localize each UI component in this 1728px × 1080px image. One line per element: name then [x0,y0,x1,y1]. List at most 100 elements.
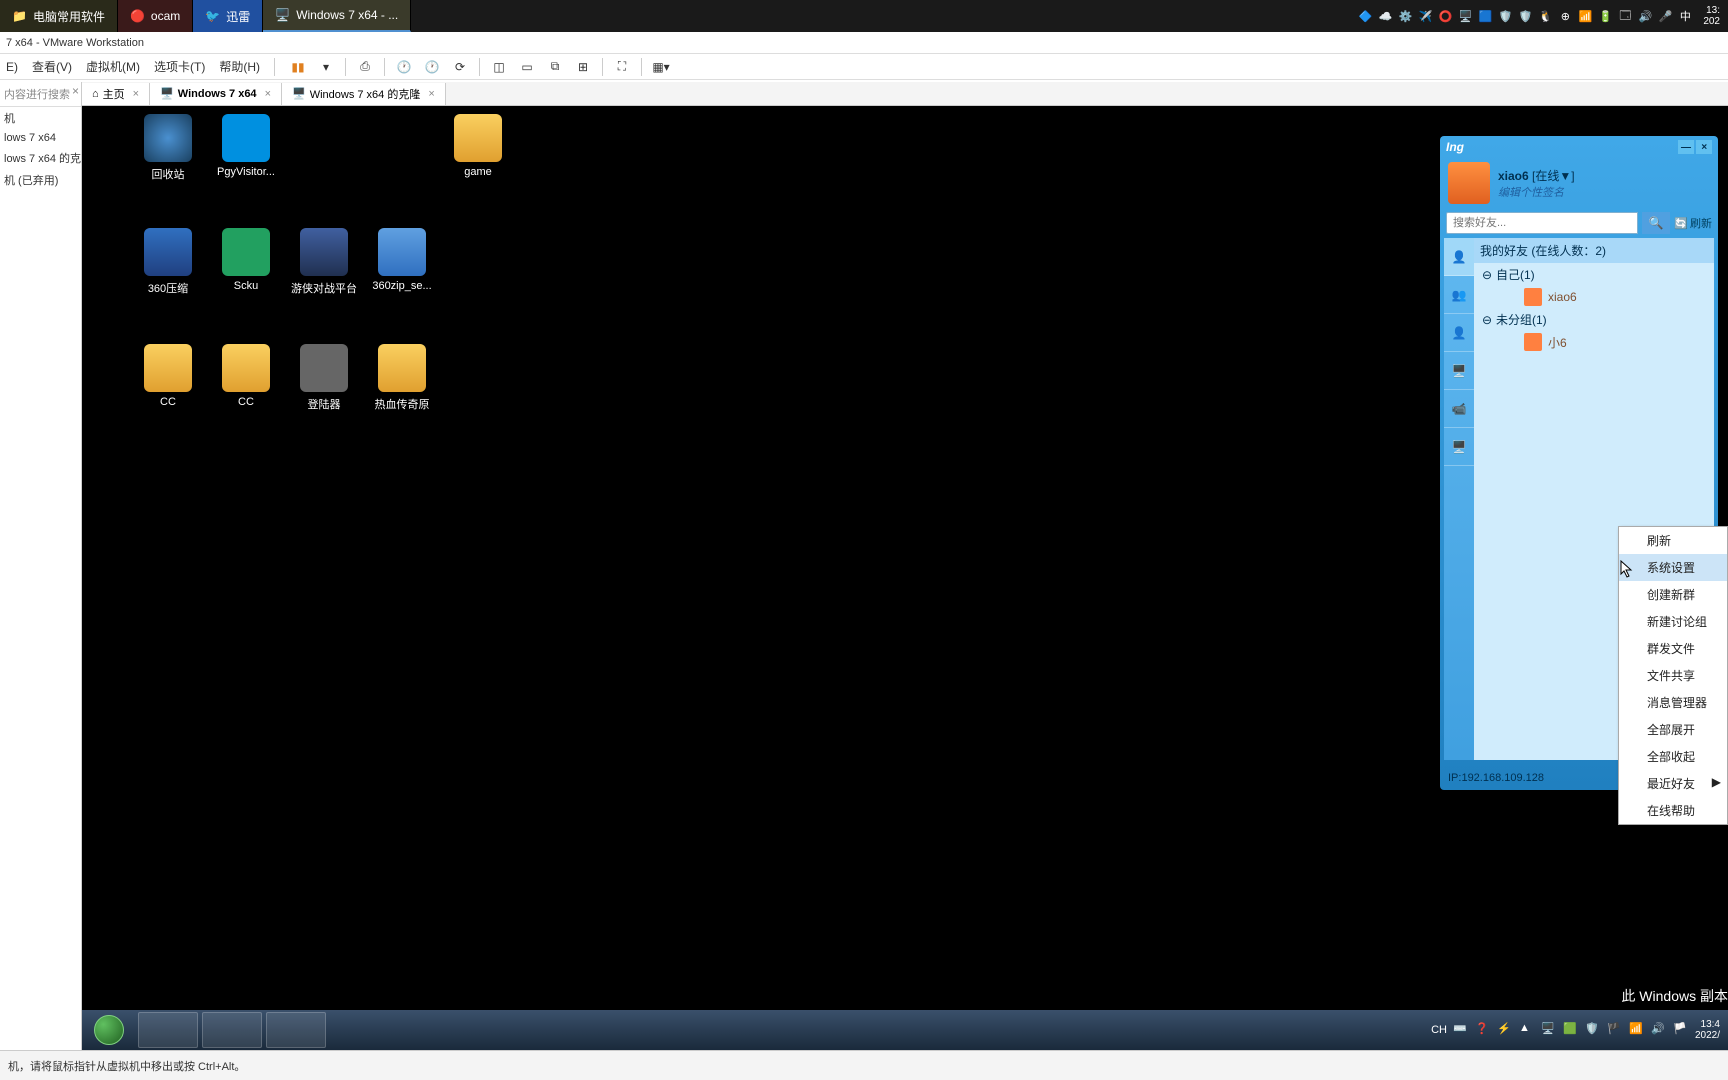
sidebar-item[interactable]: 机 (已弃用) [0,169,81,191]
layout-button[interactable]: ⧉ [546,58,564,76]
ime-indicator[interactable]: CH [1431,1024,1447,1036]
taskbar-item[interactable] [138,1012,198,1048]
context-menu-item[interactable]: 刷新 [1619,527,1727,554]
tray-icon[interactable]: 🖥️ [1457,8,1473,24]
tray-icon[interactable]: 🐧 [1537,8,1553,24]
desktop-icon[interactable]: CC [208,344,284,408]
sidebar-item[interactable]: lows 7 x64 的克隆 [0,147,81,169]
sidebar-item[interactable]: 机 [0,107,81,129]
tray-icon[interactable]: 🔋 [1597,8,1613,24]
context-menu-item[interactable]: 新建讨论组 [1619,608,1727,635]
desktop-icon[interactable]: game [440,114,516,178]
nav-contacts[interactable]: 👤 [1444,314,1474,352]
fullscreen-button[interactable]: ⛶ [613,58,631,76]
taskbar-item[interactable] [202,1012,262,1048]
friend-group[interactable]: ⊖ 未分组(1) [1474,308,1714,331]
im-status[interactable]: [在线▼] [1532,169,1575,183]
unity-button[interactable]: ▦▾ [652,58,670,76]
im-username-row[interactable]: xiao6 [在线▼] [1498,167,1575,184]
sidebar-item[interactable]: lows 7 x64 [0,129,81,147]
nav-groups[interactable]: 👥 [1444,276,1474,314]
tray-icon[interactable]: ⌨️ [1453,1022,1469,1038]
close-tab-icon[interactable]: × [265,88,271,100]
host-task-xunlei[interactable]: 🐦 迅雷 [193,0,263,32]
tray-icon[interactable]: ☁️ [1377,8,1393,24]
nav-friends[interactable]: 👤 [1444,238,1474,276]
host-task-folder[interactable]: 📁 电脑常用软件 [0,0,118,32]
desktop-icon[interactable]: CC [130,344,206,408]
tray-icon[interactable]: ✈️ [1417,8,1433,24]
desktop-icon[interactable]: 360zip_se... [364,228,440,292]
tray-icon[interactable]: ⭕ [1437,8,1453,24]
tray-icon[interactable]: 🔷 [1357,8,1373,24]
tray-icon[interactable]: 🛡️ [1517,8,1533,24]
host-task-vmware[interactable]: 🖥️ Windows 7 x64 - ... [263,0,411,32]
pause-button[interactable]: ▮▮ [289,58,307,76]
desktop-icon[interactable]: Scku [208,228,284,292]
taskbar-item[interactable] [266,1012,326,1048]
menu-help[interactable]: 帮助(H) [219,58,260,75]
im-signature[interactable]: 编辑个性签名 [1498,184,1575,200]
tray-icon[interactable]: 🏴 [1607,1022,1623,1038]
send-button[interactable]: ⎙ [356,58,374,76]
context-menu-item[interactable]: 最近好友▶ [1619,770,1727,797]
menu-view[interactable]: 查看(V) [32,58,72,75]
friend-group[interactable]: ⊖ 自己(1) [1474,263,1714,286]
snapshot-button[interactable]: 🕐 [395,58,413,76]
tab-home[interactable]: ⌂ 主页 × [82,83,150,105]
collapse-icon[interactable]: ⊖ [1482,313,1492,327]
minimize-button[interactable]: — [1678,140,1694,154]
close-tab-icon[interactable]: × [133,88,139,100]
im-title-bar[interactable]: Ing — × [1440,136,1718,158]
start-button[interactable] [82,1010,136,1050]
refresh-button[interactable]: 🔄 刷新 [1674,215,1712,231]
layout-button[interactable]: ◫ [490,58,508,76]
dropdown-icon[interactable]: ▾ [317,58,335,76]
ime-icon[interactable]: 中 [1677,8,1693,24]
desktop-icon[interactable]: 热血传奇原 [364,344,440,412]
guest-desktop[interactable]: 回收站PgyVisitor... game 360压缩Scku游侠对战平台360zi… [82,106,1728,1050]
snapshot-button[interactable]: 🕐 [423,58,441,76]
tray-icon[interactable]: 🛡️ [1585,1022,1601,1038]
tray-icon[interactable]: ❓ [1475,1022,1491,1038]
chevron-up-icon[interactable]: ▲ [1519,1022,1535,1038]
tray-icon[interactable]: 🟦 [1477,8,1493,24]
layout-button[interactable]: ▭ [518,58,536,76]
tray-icon[interactable]: 📶 [1577,8,1593,24]
context-menu-item[interactable]: 创建新群 [1619,581,1727,608]
close-sidebar-button[interactable]: × [72,84,79,98]
snapshot-manager-button[interactable]: ⟳ [451,58,469,76]
search-button[interactable]: 🔍 [1642,212,1670,234]
context-menu-item[interactable]: 全部收起 [1619,743,1727,770]
guest-clock[interactable]: 13:4 2022/ [1695,1019,1720,1041]
tray-icon[interactable]: ⊕ [1557,8,1573,24]
friend-group-header[interactable]: 我的好友 (在线人数：2) [1474,238,1714,263]
desktop-icon[interactable]: 登陆器 [286,344,362,412]
tray-icon[interactable]: 🛡️ [1497,8,1513,24]
search-input[interactable] [1446,212,1638,234]
context-menu-item[interactable]: 系统设置 [1619,554,1727,581]
nav-monitor[interactable]: 🖥️ [1444,352,1474,390]
desktop-icon[interactable]: 回收站 [130,114,206,182]
context-menu-item[interactable]: 群发文件 [1619,635,1727,662]
tray-icon[interactable]: 🟩 [1563,1022,1579,1038]
menu-item[interactable]: E) [6,60,18,74]
context-menu-item[interactable]: 文件共享 [1619,662,1727,689]
host-clock[interactable]: 13: 202 [1703,5,1720,27]
context-menu-item[interactable]: 全部展开 [1619,716,1727,743]
context-menu-item[interactable]: 在线帮助 [1619,797,1727,824]
close-button[interactable]: × [1696,140,1712,154]
desktop-icon[interactable]: PgyVisitor... [208,114,284,178]
context-menu-item[interactable]: 消息管理器 [1619,689,1727,716]
volume-icon[interactable]: 🔊 [1651,1022,1667,1038]
volume-icon[interactable]: 🔊 [1637,8,1653,24]
tab-vm-clone[interactable]: 🖥️ Windows 7 x64 的克隆 × [282,83,446,105]
menu-tabs[interactable]: 选项卡(T) [154,58,205,75]
tab-vm[interactable]: 🖥️ Windows 7 x64 × [150,83,282,105]
close-tab-icon[interactable]: × [428,88,434,100]
desktop-icon[interactable]: 360压缩 [130,228,206,296]
tray-icon[interactable]: 🖥️ [1541,1022,1557,1038]
desktop-icon[interactable]: 游侠对战平台 [286,228,362,296]
mic-icon[interactable]: 🎤 [1657,8,1673,24]
host-task-ocam[interactable]: 🔴 ocam [118,0,193,32]
